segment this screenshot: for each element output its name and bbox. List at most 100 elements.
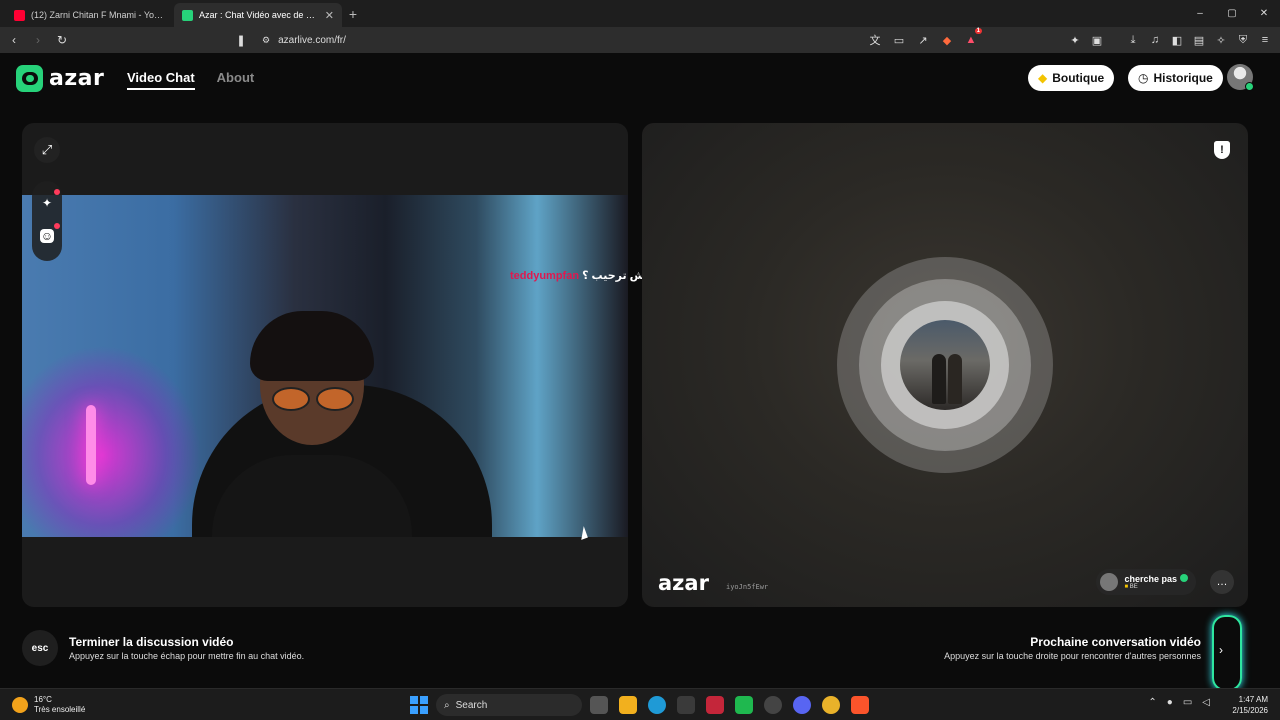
matching-avatar [900, 320, 990, 410]
play-icon[interactable] [735, 696, 753, 714]
tab-youtube[interactable]: (12) Zarni Chitan F Mnami - YouTube [6, 3, 174, 27]
report-shield-icon[interactable]: ! [1214, 141, 1230, 159]
browser-tabbar: (12) Zarni Chitan F Mnami - YouTube Azar… [0, 0, 1280, 27]
task-view-icon[interactable] [590, 696, 608, 714]
vpn-icon[interactable]: ⛨ [1234, 30, 1252, 50]
clock-date: 2/15/2026 [1232, 706, 1268, 715]
search-placeholder: Search [455, 699, 488, 711]
cast-icon[interactable]: ▭ [890, 30, 908, 50]
peer-country-row: ■ BE [1124, 584, 1188, 590]
magic-wand-icon[interactable]: ✦ [39, 195, 55, 211]
reload-icon[interactable]: ↻ [52, 30, 72, 50]
wallet-icon[interactable]: ▤ [1190, 30, 1208, 50]
sun-icon [12, 697, 28, 713]
sticker-icon[interactable]: ☺ [40, 229, 54, 243]
clock-time: 1:47 AM [1238, 695, 1268, 704]
azar-app: azar Video Chat About ◆ Boutique ◷ Histo… [0, 53, 1280, 691]
download-icon[interactable]: ⤓ [1124, 30, 1142, 50]
esc-key-button[interactable]: esc [22, 630, 58, 666]
search-icon: ⌕ [444, 699, 450, 711]
tab-title: Azar : Chat Vidéo avec de nou [199, 10, 319, 20]
partner-video-panel: ! azar iyoJn5fEwr cherche pas ■ BE … [642, 123, 1248, 607]
taskbar-search[interactable]: ⌕ Search [436, 694, 582, 716]
azar-logo[interactable]: azar [16, 65, 104, 92]
expand-icon[interactable]: ⤢ [34, 137, 60, 163]
shop-button-label: Boutique [1052, 71, 1105, 85]
window-controls: – ▢ ✕ [1184, 0, 1280, 27]
taskbar-clock[interactable]: 1:47 AM 2/15/2026 [1232, 694, 1268, 716]
diamond-icon: ◆ [1038, 71, 1048, 85]
extensions-icon[interactable]: ✦ [1066, 30, 1084, 50]
my-camera-feed [22, 195, 628, 537]
shop-button[interactable]: ◆ Boutique [1028, 65, 1115, 91]
leo-ai-icon[interactable]: ✧ [1212, 30, 1230, 50]
timer-icon[interactable] [764, 696, 782, 714]
brave-icon[interactable] [851, 696, 869, 714]
share-icon[interactable]: ↗ [914, 30, 932, 50]
effects-toolbar: ✦ ☺ [32, 181, 62, 261]
browser-toolbar: ‹ › ↻ ❚ ⚙ azarlive.com/fr/ 文 ▭ ↗ ◆ ▲ 1 ✦ … [0, 27, 1280, 53]
windows-start-icon[interactable] [410, 696, 428, 714]
edge-icon[interactable] [648, 696, 666, 714]
peer-name-row: cherche pas [1124, 574, 1188, 584]
screenshot-icon[interactable]: ▣ [1088, 30, 1106, 50]
brave-shield-icon[interactable]: ◆ [938, 30, 956, 50]
session-code: iyoJn5fEwr [726, 583, 769, 591]
maximize-button[interactable]: ▢ [1216, 0, 1248, 27]
weather-widget[interactable]: 16°C Très ensoleillé [12, 695, 85, 715]
next-chat-subtitle: Appuyez sur la touche droite pour rencon… [944, 651, 1201, 661]
weather-desc: Très ensoleillé [34, 705, 86, 714]
back-button[interactable]: ‹ [4, 30, 24, 50]
new-tab-button[interactable]: + [342, 3, 364, 25]
menu-icon[interactable]: ≡ [1256, 30, 1274, 50]
nav-about[interactable]: About [217, 70, 255, 90]
taskbar: 16°C Très ensoleillé ⌕ Search ⌃ ● ▭ ◁ 1:… [0, 688, 1280, 720]
azar-logo-icon [16, 65, 43, 92]
end-chat-title: Terminer la discussion vidéo [69, 635, 234, 649]
weather-temp: 16°C [34, 695, 52, 704]
volume-icon[interactable]: ◁ [1202, 697, 1210, 708]
obs-recorder-icon[interactable] [706, 696, 724, 714]
close-window-button[interactable]: ✕ [1248, 0, 1280, 27]
media-icon[interactable]: ♫ [1146, 30, 1164, 50]
forward-button[interactable]: › [28, 30, 48, 50]
online-status-icon [1245, 82, 1254, 91]
peer-badge[interactable]: cherche pas ■ BE [1096, 569, 1196, 595]
caption-username: teddyumpfan [510, 270, 580, 282]
next-chat-title: Prochaine conversation vidéo [1030, 635, 1201, 649]
tab-azar[interactable]: Azar : Chat Vidéo avec de nou ✕ [174, 3, 342, 27]
my-video-panel: ⤢ ✦ ☺ [22, 123, 628, 607]
network-icon[interactable]: ▭ [1183, 697, 1192, 708]
belgium-flag-icon: ■ [1124, 584, 1129, 590]
nav-video-chat[interactable]: Video Chat [127, 70, 195, 90]
system-tray: ⌃ ● ▭ ◁ [1148, 697, 1210, 708]
chat-bubble-icon[interactable]: … [1210, 570, 1234, 594]
minimize-button[interactable]: – [1184, 0, 1216, 27]
peer-name: cherche pas [1124, 574, 1177, 584]
brave-rewards-icon[interactable]: ▲ 1 [962, 28, 982, 50]
history-button[interactable]: ◷ Historique [1128, 65, 1223, 91]
azar-watermark: azar [658, 571, 709, 595]
file-explorer-icon[interactable] [619, 696, 637, 714]
chevron-up-icon[interactable]: ⌃ [1148, 697, 1156, 708]
video-caption: teddyumpfan كاش ترحيب ؟ [510, 269, 655, 282]
site-info-icon[interactable]: ⚙ [262, 35, 270, 46]
discord-icon[interactable] [793, 696, 811, 714]
chrome-icon[interactable] [822, 696, 840, 714]
youtube-favicon-icon [14, 9, 25, 21]
close-tab-icon[interactable]: ✕ [325, 9, 334, 22]
new-effect-dot [54, 189, 60, 195]
next-conversation-button[interactable]: › [1212, 615, 1242, 691]
end-chat-subtitle: Appuyez sur la touche échap pour mettre … [69, 651, 305, 661]
new-sticker-dot [54, 223, 60, 229]
microphone-icon[interactable]: ● [1167, 697, 1173, 708]
azar-favicon-icon [182, 9, 193, 21]
translate-icon[interactable]: 文 [866, 30, 884, 50]
user-avatar[interactable] [1227, 64, 1254, 91]
verified-icon [1180, 574, 1188, 582]
sidebar-icon[interactable]: ◧ [1168, 30, 1186, 50]
bookmark-icon[interactable]: ❚ [232, 30, 250, 50]
extension-badge: 1 [974, 28, 982, 34]
store-icon[interactable] [677, 696, 695, 714]
arrow-right-icon: › [1219, 643, 1223, 657]
